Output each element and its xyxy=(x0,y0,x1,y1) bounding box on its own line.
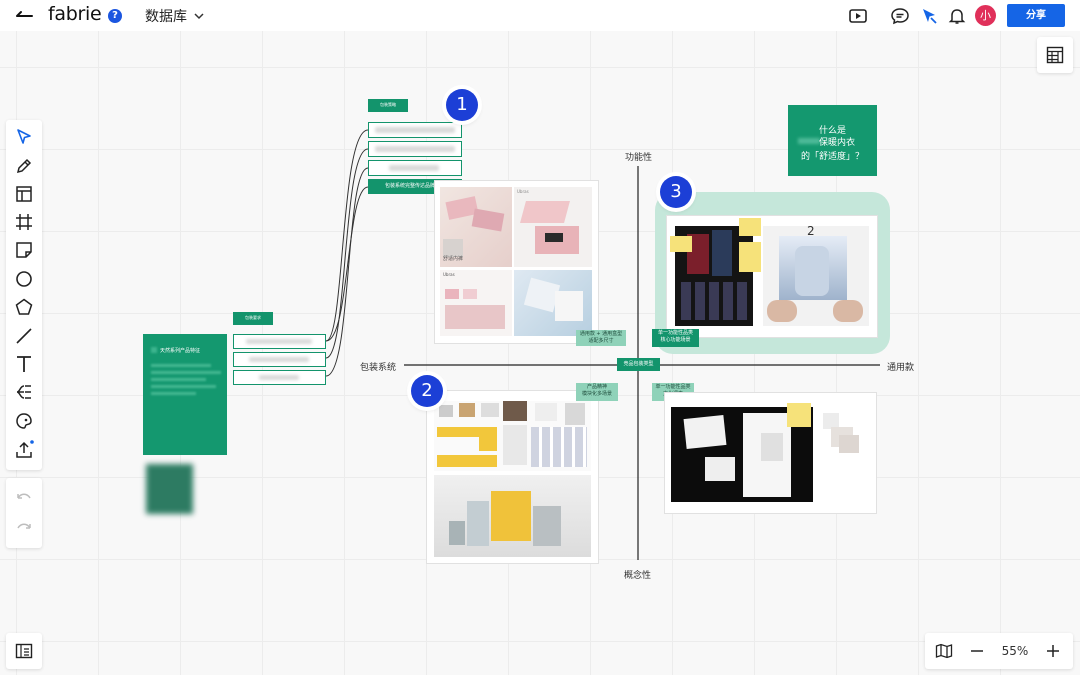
strategy-item[interactable] xyxy=(368,160,462,176)
axis-label-bottom: 概念性 xyxy=(624,571,652,581)
sticky-note[interactable] xyxy=(739,258,761,272)
step-badge-3[interactable]: 3 xyxy=(660,176,692,208)
axis-label-left: 包装系统 xyxy=(360,363,397,373)
packaging-strategy-tag[interactable]: 包装策略 xyxy=(368,99,408,112)
packaging-requirement-tag[interactable]: 包装要求 xyxy=(233,312,273,325)
axis-center-tag[interactable]: 竞品包装类型 xyxy=(617,358,660,371)
requirement-item[interactable] xyxy=(233,370,326,385)
sticky-note[interactable] xyxy=(787,403,811,427)
single-function-core-tag[interactable]: 单一功能性品类 核心功能场景 xyxy=(652,329,699,347)
question-line-2: 保暖内衣 xyxy=(819,138,856,148)
requirement-item[interactable] xyxy=(233,334,326,349)
sticky-note[interactable] xyxy=(670,236,692,252)
general-gift-tag[interactable]: 通用款 + 通用盒型 适配多尺寸 xyxy=(576,330,626,346)
packaging-photo-board-1[interactable]: 舒适内裤 Ubras Ubras xyxy=(435,181,598,343)
product-feature-card[interactable]: 天然系列产品特征 xyxy=(143,334,227,455)
step-badge-1[interactable]: 1 xyxy=(446,89,478,121)
strategy-item[interactable] xyxy=(368,122,462,138)
question-line-3: 的「舒适度」？ xyxy=(800,152,864,162)
step-badge-2[interactable]: 2 xyxy=(411,375,443,407)
product-card-title: 天然系列产品特征 xyxy=(160,348,201,354)
product-essence-tag[interactable]: 产品精神 模块化多场景 xyxy=(576,383,618,401)
strategy-item[interactable] xyxy=(368,141,462,157)
culture-photo-board[interactable] xyxy=(665,393,876,513)
brand-en-label: Ubras xyxy=(517,189,529,194)
brand-en-label: Ubras xyxy=(443,272,455,277)
brand-cn-label: 舒适内裤 xyxy=(443,256,464,262)
comfort-photo-board[interactable]: 2 xyxy=(667,216,877,337)
sticky-note[interactable] xyxy=(739,218,761,236)
question-card[interactable]: 什么是 保暖内衣 的「舒适度」？ xyxy=(788,105,877,176)
requirement-item[interactable] xyxy=(233,352,326,367)
blurred-brand-image xyxy=(146,464,193,514)
packaging-photo-board-2[interactable] xyxy=(427,391,598,563)
blurred-brand-name xyxy=(798,138,820,144)
axis-label-right: 通用款 xyxy=(887,363,915,373)
axis-label-top: 功能性 xyxy=(625,153,653,163)
blurred-logo xyxy=(151,347,157,353)
